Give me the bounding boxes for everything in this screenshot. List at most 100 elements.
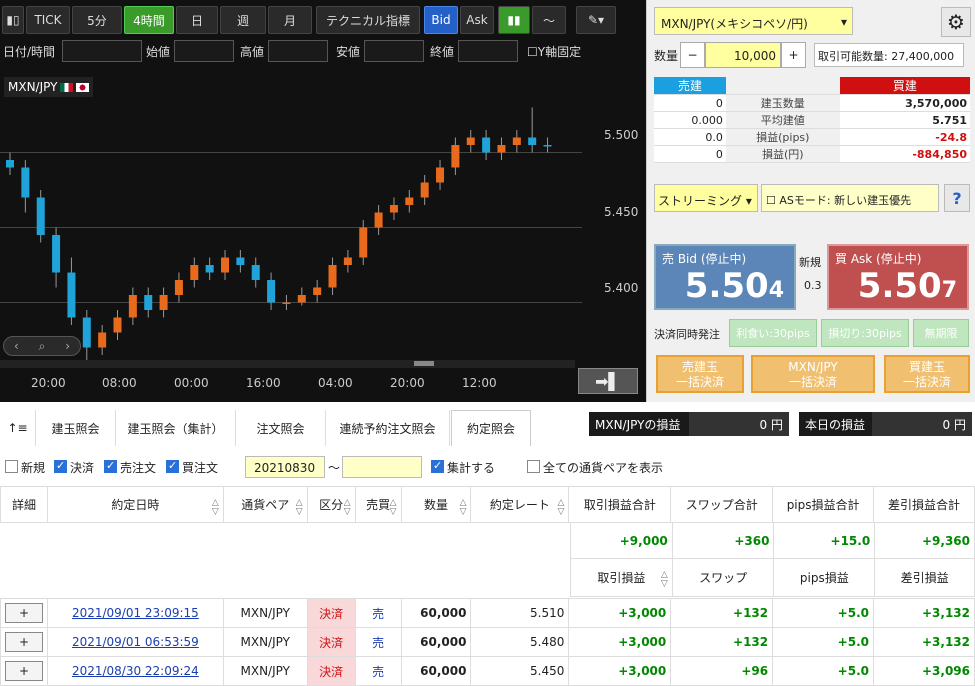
chart-toolbar: ▮▯ TICK 5分 4時間 日 週 月 テクニカル指標 Bid Ask ▮▮ … [0, 6, 646, 34]
sell-value: 0.0 [654, 128, 726, 146]
exec-date-link[interactable]: 2021/09/01 23:09:15 [46, 598, 224, 628]
sort-icon[interactable]: △ ▽ [390, 499, 397, 517]
filter-row: 新規 決済 売注文 買注文 集計する 全ての通貨ペアを表示 [0, 454, 975, 480]
date-to-input[interactable] [342, 456, 422, 478]
sort-icon[interactable]: △ ▽ [661, 571, 668, 589]
detail-button[interactable]: + [0, 627, 48, 657]
line-type-icon[interactable]: 〜 [532, 6, 566, 34]
zoom-icon[interactable]: ⌕ [39, 339, 46, 354]
candlestick-type-icon[interactable]: ▮▮ [498, 6, 530, 34]
exec-date-link[interactable]: 2021/08/30 22:09:24 [46, 656, 224, 686]
col-tpl[interactable]: 取引損益 △ ▽ [570, 558, 673, 597]
buy-close-all-button[interactable]: 買建玉 一括決済 [884, 355, 970, 393]
col-qty[interactable]: 数量 △ ▽ [400, 486, 472, 523]
candle-body [98, 332, 107, 348]
sell-order-checkbox[interactable] [104, 459, 117, 473]
kessai-label: 決済同時発注 [654, 328, 720, 341]
chevron-right-icon[interactable]: › [65, 339, 70, 353]
sort-icon[interactable]: △ ▽ [296, 499, 303, 517]
col-side[interactable]: 売買 △ ▽ [354, 486, 402, 523]
candle-body [374, 212, 383, 228]
available-qty: 取引可能数量: 27,400,000 [814, 43, 964, 67]
week-button[interactable]: 週 [220, 6, 266, 34]
h4-button[interactable]: 4時間 [124, 6, 174, 34]
chart-scroll-thumb[interactable] [414, 361, 434, 366]
no-expiry-button[interactable]: 無期限 [913, 319, 969, 347]
date-from-input[interactable]: 20210830 [245, 456, 325, 478]
pair-select[interactable]: MXN/JPY(メキシコペソ/円) ▾ [654, 7, 853, 35]
sell-close-all-button[interactable]: 売建玉 一括決済 [656, 355, 744, 393]
latest-arrow-button[interactable]: ➡▌ [578, 368, 638, 394]
japan-flag-icon [76, 83, 90, 92]
sort-list-icon[interactable]: ↑≡ [0, 410, 36, 446]
sort-icon[interactable]: △ ▽ [557, 499, 564, 517]
sort-icon[interactable]: △ ▽ [344, 499, 351, 517]
candle-body [405, 197, 414, 205]
gear-icon[interactable]: ⚙ [941, 7, 971, 37]
qty-plus-button[interactable]: + [781, 42, 806, 68]
swap-cell: +132 [670, 627, 774, 657]
new-checkbox[interactable] [5, 460, 18, 473]
col-rate[interactable]: 約定レート △ ▽ [470, 486, 570, 523]
detail-button[interactable]: + [0, 656, 48, 686]
col-pair[interactable]: 通貨ペア △ ▽ [222, 486, 308, 523]
technical-button[interactable]: テクニカル指標 [316, 6, 420, 34]
candle-plot[interactable]: MXN/JPY [0, 70, 582, 370]
close-field[interactable] [458, 40, 518, 62]
take-profit-button[interactable]: 利食い:30pips [729, 319, 817, 347]
close-checkbox[interactable] [54, 459, 67, 473]
stop-loss-button[interactable]: 損切り:30pips [821, 319, 909, 347]
detail-button[interactable]: + [0, 598, 48, 628]
sell-bid-button[interactable]: 売 Bid (停止中) 5.504 [654, 244, 796, 310]
side-cell: 売 [354, 656, 402, 686]
buy-ask-button[interactable]: 買 Ask (停止中) 5.507 [827, 244, 969, 310]
sell-header: 売建 [654, 77, 726, 95]
m5-button[interactable]: 5分 [72, 6, 122, 34]
bid-button[interactable]: Bid [424, 6, 458, 34]
qty-input[interactable]: 10,000 [705, 42, 781, 68]
col-date[interactable]: 約定日時 △ ▽ [46, 486, 224, 523]
pair-close-all-button[interactable]: MXN/JPY 一括決済 [751, 355, 875, 393]
yfix-checkbox[interactable]: ☐Y軸固定 [527, 43, 581, 60]
all-pairs-checkbox[interactable] [527, 460, 540, 473]
new-label: 新規 [799, 256, 821, 269]
row-label: 損益(pips) [725, 128, 840, 146]
tick-button[interactable]: TICK [26, 6, 70, 34]
candle-icon[interactable]: ▮▯ [2, 6, 24, 34]
day-button[interactable]: 日 [176, 6, 218, 34]
day-pl-label: 本日の損益 [799, 412, 872, 436]
exec-date-link[interactable]: 2021/09/01 06:53:59 [46, 627, 224, 657]
aggregate-checkbox[interactable] [431, 459, 444, 473]
qty-minus-button[interactable]: − [680, 42, 705, 68]
open-field[interactable] [174, 40, 234, 62]
high-field[interactable] [268, 40, 328, 62]
low-field[interactable] [364, 40, 424, 62]
sort-icon[interactable]: △ ▽ [212, 499, 219, 517]
tab-positions-summary[interactable]: 建玉照会（集計） [116, 410, 236, 446]
chevron-left-icon[interactable]: ‹ [14, 339, 19, 353]
ask-button[interactable]: Ask [460, 6, 494, 34]
tab-executions[interactable]: 約定照会 [451, 410, 531, 446]
candle-body [328, 265, 337, 288]
sort-icon[interactable]: △ ▽ [460, 499, 467, 517]
buy-header: 買建 [839, 77, 970, 95]
help-button[interactable]: ? [944, 184, 970, 212]
sell-value: 0 [654, 145, 726, 163]
buy-order-checkbox[interactable] [166, 459, 179, 473]
month-button[interactable]: 月 [268, 6, 312, 34]
tab-positions[interactable]: 建玉照会 [36, 410, 116, 446]
rate-cell: 5.450 [470, 656, 570, 686]
streaming-select[interactable]: ストリーミング ▾ [654, 184, 758, 212]
chart-scrollbar[interactable] [0, 360, 575, 368]
candle-body [82, 317, 91, 348]
tab-chain-orders[interactable]: 連続予約注文照会 [326, 410, 450, 446]
candle-body [343, 257, 352, 265]
date-field[interactable] [62, 40, 142, 62]
draw-tool-icon[interactable]: ✎▾ [576, 6, 616, 34]
tab-orders[interactable]: 注文照会 [236, 410, 326, 446]
candle-body [313, 287, 322, 295]
asmode-checkbox[interactable]: ☐ ASモード: 新しい建玉優先 [761, 184, 939, 212]
order-panel: MXN/JPY(メキシコペソ/円) ▾ ⚙ 数量 − 10,000 + 取引可能数… [646, 0, 975, 402]
col-kubun[interactable]: 区分 △ ▽ [306, 486, 356, 523]
side-cell: 売 [354, 627, 402, 657]
